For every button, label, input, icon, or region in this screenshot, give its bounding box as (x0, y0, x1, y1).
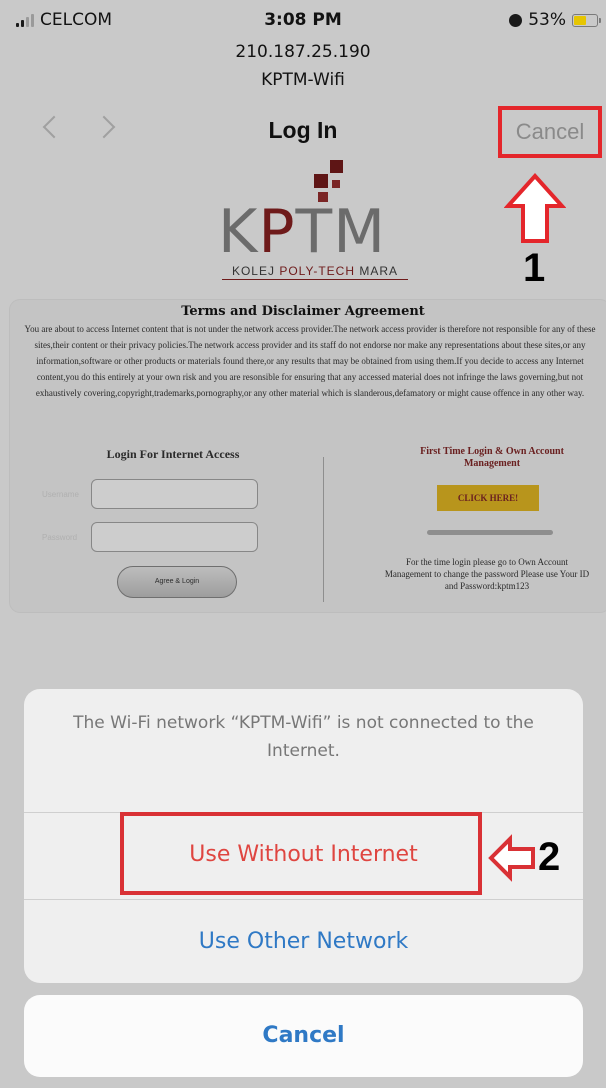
first-time-heading: First Time Login & Own Account Managemen… (420, 446, 564, 469)
kptm-logo: KPTM KOLEJ POLY-TECH MARA (218, 160, 410, 288)
sheet-separator (24, 899, 583, 900)
click-here-button[interactable]: CLICK HERE! (437, 485, 539, 511)
panel-divider (323, 457, 324, 602)
terms-title: Terms and Disclaimer Agreement (181, 304, 425, 319)
battery-percent: 53% (528, 10, 566, 30)
action-sheet-cancel-button[interactable]: Cancel (24, 995, 583, 1077)
username-label: Username (42, 490, 79, 499)
action-sheet-message: The Wi-Fi network “KPTM-Wifi” is not con… (73, 713, 534, 761)
annotation-step-2: 2 (538, 835, 561, 879)
logo-subtitle: KOLEJ POLY-TECH MARA (231, 264, 399, 278)
alarm-icon (509, 13, 523, 27)
left-arrow-annotation-icon (488, 834, 535, 882)
first-time-note: For the time login please go to Own Acco… (384, 557, 590, 591)
portal-ip-address: 210.187.25.190 (235, 42, 371, 62)
nav-cancel-button[interactable]: Cancel (498, 106, 602, 158)
up-arrow-annotation-icon (504, 173, 566, 243)
nav-bar: Log In Cancel (0, 105, 606, 158)
password-label: Password (42, 533, 78, 542)
logo-wordmark: KPTM (218, 197, 386, 267)
portal-ssid: KPTM-Wifi (261, 70, 345, 90)
username-input[interactable] (91, 479, 258, 509)
battery-icon (572, 13, 601, 27)
highlight-box-annotation (120, 812, 482, 895)
password-input[interactable] (91, 522, 258, 552)
annotation-step-1: 1 (523, 246, 546, 290)
status-bar: CELCOM 3:08 PM 53% (0, 0, 606, 40)
terms-body: You are about to access Internet content… (24, 324, 596, 398)
logo-underline (222, 279, 408, 280)
agree-login-button[interactable]: Agree & Login (117, 566, 237, 598)
progress-bar (427, 530, 553, 535)
use-other-network-button[interactable]: Use Other Network (24, 901, 583, 983)
status-right: 53% (509, 10, 601, 30)
login-heading: Login For Internet Access (106, 447, 240, 461)
